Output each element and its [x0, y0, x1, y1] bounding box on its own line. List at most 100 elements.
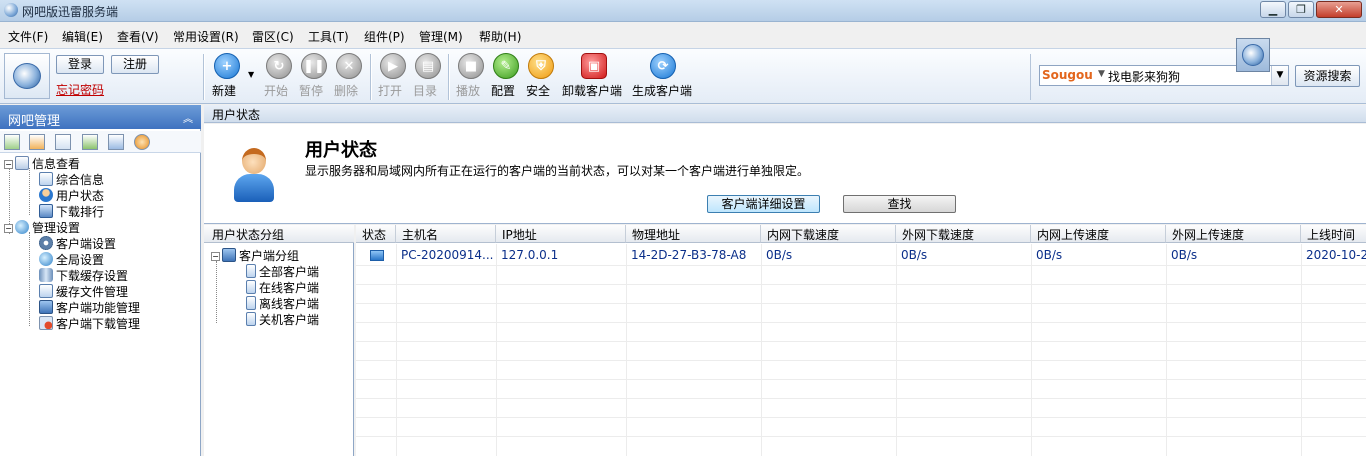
grid-line: [356, 417, 1366, 418]
maximize-button[interactable]: ❐: [1288, 1, 1314, 18]
menu-common-settings[interactable]: 常用设置(R): [173, 28, 239, 45]
tree-item-user-status[interactable]: 用户状态: [39, 187, 104, 203]
find-button[interactable]: 查找: [843, 195, 956, 213]
info-panel: 用户状态 显示服务器和局域网内所有正在运行的客户端的当前状态，可以对某一个客户端…: [204, 124, 1366, 224]
close-button[interactable]: ✕: [1316, 1, 1362, 18]
cell-lan-upload: 0B/s: [1036, 248, 1063, 262]
group-label: 在线客户端: [259, 281, 320, 295]
thunder-logo-icon: [13, 63, 41, 89]
list-icon: [246, 296, 256, 310]
start-icon: ↻: [266, 53, 292, 79]
tree-item-info[interactable]: − 信息查看: [4, 155, 80, 171]
cell-wan-upload: 0B/s: [1171, 248, 1198, 262]
column-header-mac[interactable]: 物理地址: [626, 225, 761, 243]
folder-label: 目录: [413, 84, 438, 98]
tree-item-summary[interactable]: 综合信息: [39, 171, 104, 187]
column-header-lan-upload[interactable]: 内网上传速度: [1031, 225, 1166, 243]
register-button[interactable]: 注册: [111, 55, 159, 74]
chart-icon[interactable]: [4, 134, 20, 150]
open-icon: ▶: [380, 53, 406, 79]
tree-item-global-settings[interactable]: 全局设置: [39, 251, 104, 267]
column-header-hostname[interactable]: 主机名: [396, 225, 496, 243]
forgot-password-link[interactable]: 忘记密码: [56, 81, 104, 98]
tree-item-download-rank[interactable]: 下载排行: [39, 203, 104, 219]
search-engine-logo[interactable]: Sougou: [1042, 68, 1093, 82]
list-icon: [246, 312, 256, 326]
menu-leiqu[interactable]: 雷区(C): [252, 28, 294, 45]
group-label: 全部客户端: [259, 265, 320, 279]
menu-components[interactable]: 组件(P): [364, 28, 405, 45]
grid-line: [356, 265, 1366, 266]
column-header-online-time[interactable]: 上线时间: [1301, 225, 1366, 243]
menu-tools[interactable]: 工具(T): [308, 28, 349, 45]
expand-icon[interactable]: −: [4, 224, 13, 233]
tree-label: 客户端功能管理: [56, 301, 141, 315]
grid-line: [356, 322, 1366, 323]
expand-icon[interactable]: −: [211, 252, 220, 261]
login-button[interactable]: 登录: [56, 55, 104, 74]
tree-item-client-functions[interactable]: 客户端功能管理: [39, 299, 140, 315]
group-root[interactable]: − 客户端分组: [211, 247, 299, 263]
cell-hostname: PC-20200914...: [401, 248, 494, 262]
engine-dropdown-icon[interactable]: ▼: [1098, 69, 1105, 79]
tree-label: 用户状态: [56, 189, 105, 203]
grid-line: [356, 360, 1366, 361]
pause-icon: ❚❚: [301, 53, 327, 79]
client-detail-settings-button[interactable]: 客户端详细设置: [707, 195, 820, 213]
expand-icon[interactable]: −: [4, 160, 13, 169]
tree-label: 管理设置: [32, 221, 81, 235]
tree-connector: [29, 168, 30, 215]
group-item-all[interactable]: 全部客户端: [246, 263, 319, 279]
column-header-wan-download[interactable]: 外网下载速度: [896, 225, 1031, 243]
tree-label: 客户端下载管理: [56, 317, 141, 331]
tree-item-cache-settings[interactable]: 下载缓存设置: [39, 267, 128, 283]
menu-bar: 文件(F) 编辑(E) 查看(V) 常用设置(R) 雷区(C) 工具(T) 组件…: [0, 24, 1366, 46]
menu-view[interactable]: 查看(V): [117, 28, 159, 45]
menu-file[interactable]: 文件(F): [8, 28, 48, 45]
grid-line: [761, 244, 762, 456]
list-icon: [246, 280, 256, 294]
security-label: 安全: [526, 84, 551, 98]
tree-label: 下载排行: [56, 205, 105, 219]
sidebar-header[interactable]: 网吧管理 ︽: [0, 105, 201, 129]
new-label: 新建: [212, 84, 237, 98]
users-icon[interactable]: [134, 134, 150, 150]
package-icon[interactable]: [29, 134, 45, 150]
play-icon: ■: [458, 53, 484, 79]
grid-line: [896, 244, 897, 456]
group-item-shutdown[interactable]: 关机客户端: [246, 311, 319, 327]
tree-connector: [29, 232, 30, 326]
cell-ip: 127.0.0.1: [501, 248, 559, 262]
new-dropdown-icon[interactable]: ▼: [248, 70, 254, 79]
grid-line: [356, 303, 1366, 304]
menu-help[interactable]: 帮助(H): [479, 28, 521, 45]
menu-edit[interactable]: 编辑(E): [62, 28, 103, 45]
uninstall-icon: ▣: [581, 53, 607, 79]
collapse-icon[interactable]: ︽: [183, 110, 193, 125]
toolbar-separator: [370, 54, 372, 100]
tree-item-client-download[interactable]: 客户端下载管理: [39, 315, 140, 331]
minimize-button[interactable]: ▁: [1260, 1, 1286, 18]
column-header-ip[interactable]: IP地址: [496, 225, 626, 243]
group-item-online[interactable]: 在线客户端: [246, 279, 319, 295]
list-icon[interactable]: [82, 134, 98, 150]
floating-monitor-icon[interactable]: [1236, 38, 1270, 72]
shield-icon: ⛨: [528, 53, 554, 79]
menu-manage[interactable]: 管理(M): [419, 28, 463, 45]
search-history-dropdown-icon[interactable]: ▼: [1271, 66, 1288, 85]
column-header-status[interactable]: 状态: [356, 225, 396, 243]
resource-search-button[interactable]: 资源搜索: [1295, 65, 1360, 87]
document-icon[interactable]: [55, 134, 71, 150]
tree-item-manage[interactable]: − 管理设置: [4, 219, 80, 235]
pause-label: 暂停: [299, 84, 324, 98]
column-header-wan-upload[interactable]: 外网上传速度: [1166, 225, 1301, 243]
computer-icon: [222, 248, 236, 262]
tree-item-cache-files[interactable]: 缓存文件管理: [39, 283, 128, 299]
tree-label: 下载缓存设置: [56, 269, 129, 283]
sidebar: 网吧管理 ︽ − 信息查看 综合信息 用户状态 下载排行 − 管理设置 客户端设置 …: [0, 105, 201, 456]
copy-icon[interactable]: [108, 134, 124, 150]
column-header-lan-download[interactable]: 内网下载速度: [761, 225, 896, 243]
group-item-offline[interactable]: 离线客户端: [246, 295, 319, 311]
tree-item-client-settings[interactable]: 客户端设置: [39, 235, 116, 251]
cell-mac: 14-2D-27-B3-78-A8: [631, 248, 747, 262]
